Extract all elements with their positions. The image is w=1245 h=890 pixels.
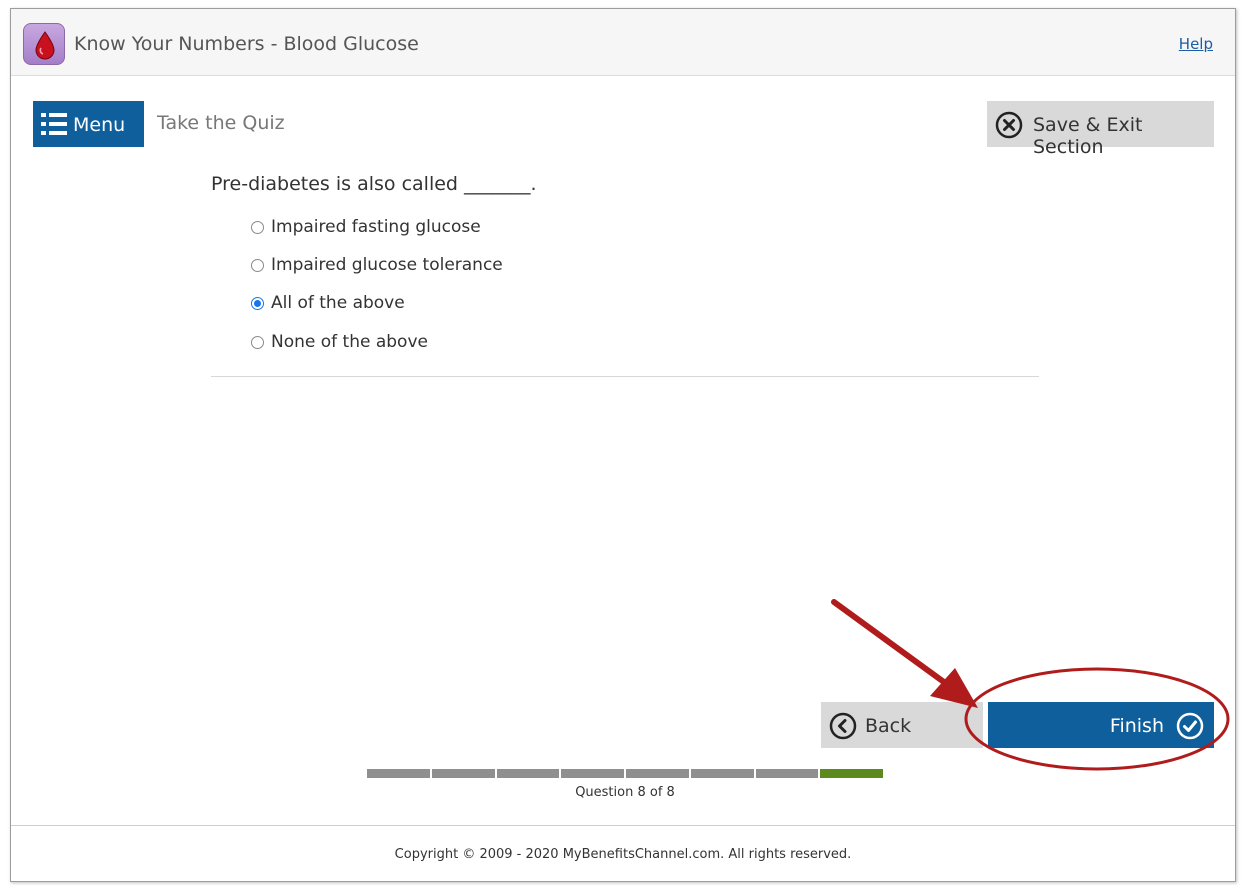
help-link[interactable]: Help <box>1179 35 1213 53</box>
blood-drop-icon <box>23 23 65 65</box>
save-exit-label: Save & Exit Section <box>1033 114 1143 158</box>
progress-segment <box>626 769 689 778</box>
footer: Copyright © 2009 - 2020 MyBenefitsChanne… <box>11 825 1235 881</box>
question-text: Pre-diabetes is also called _______. <box>211 173 537 195</box>
progress-segment-current <box>820 769 883 778</box>
back-label: Back <box>865 715 912 737</box>
progress-segment <box>561 769 624 778</box>
check-circle-icon <box>1176 712 1204 744</box>
progress-segment <box>367 769 430 778</box>
list-icon <box>40 111 68 141</box>
progress-segment <box>431 769 495 778</box>
progress-segment <box>496 769 560 778</box>
back-button[interactable]: Back <box>821 702 983 748</box>
option-label: All of the above <box>271 293 405 313</box>
chevron-left-circle-icon <box>829 712 857 744</box>
divider <box>211 376 1039 377</box>
progress-segment <box>755 769 819 778</box>
progress-text: Question 8 of 8 <box>575 785 675 800</box>
radio-button[interactable] <box>251 221 264 234</box>
radio-button[interactable] <box>251 336 264 349</box>
copyright-text: Copyright © 2009 - 2020 MyBenefitsChanne… <box>394 847 852 862</box>
radio-button-selected[interactable] <box>251 297 264 310</box>
option-label: Impaired glucose tolerance <box>271 255 503 275</box>
finish-button[interactable]: Finish <box>988 702 1214 748</box>
menu-button[interactable]: Menu <box>33 101 144 147</box>
menu-label: Menu <box>73 114 126 136</box>
option-label: None of the above <box>271 332 428 352</box>
radio-button[interactable] <box>251 259 264 272</box>
app-window: Know Your Numbers - Blood Glucose Help M… <box>10 8 1236 882</box>
option-label: Impaired fasting glucose <box>271 217 481 237</box>
save-exit-button[interactable]: Save & Exit Section <box>987 101 1214 158</box>
progress-bar <box>367 769 883 778</box>
finish-label: Finish <box>1109 715 1164 737</box>
section-title: Take the Quiz <box>157 112 285 134</box>
progress-segment <box>690 769 754 778</box>
close-circle-icon <box>995 111 1023 143</box>
title-bar: Know Your Numbers - Blood Glucose Help <box>11 9 1235 76</box>
app-title: Know Your Numbers - Blood Glucose <box>74 33 419 55</box>
